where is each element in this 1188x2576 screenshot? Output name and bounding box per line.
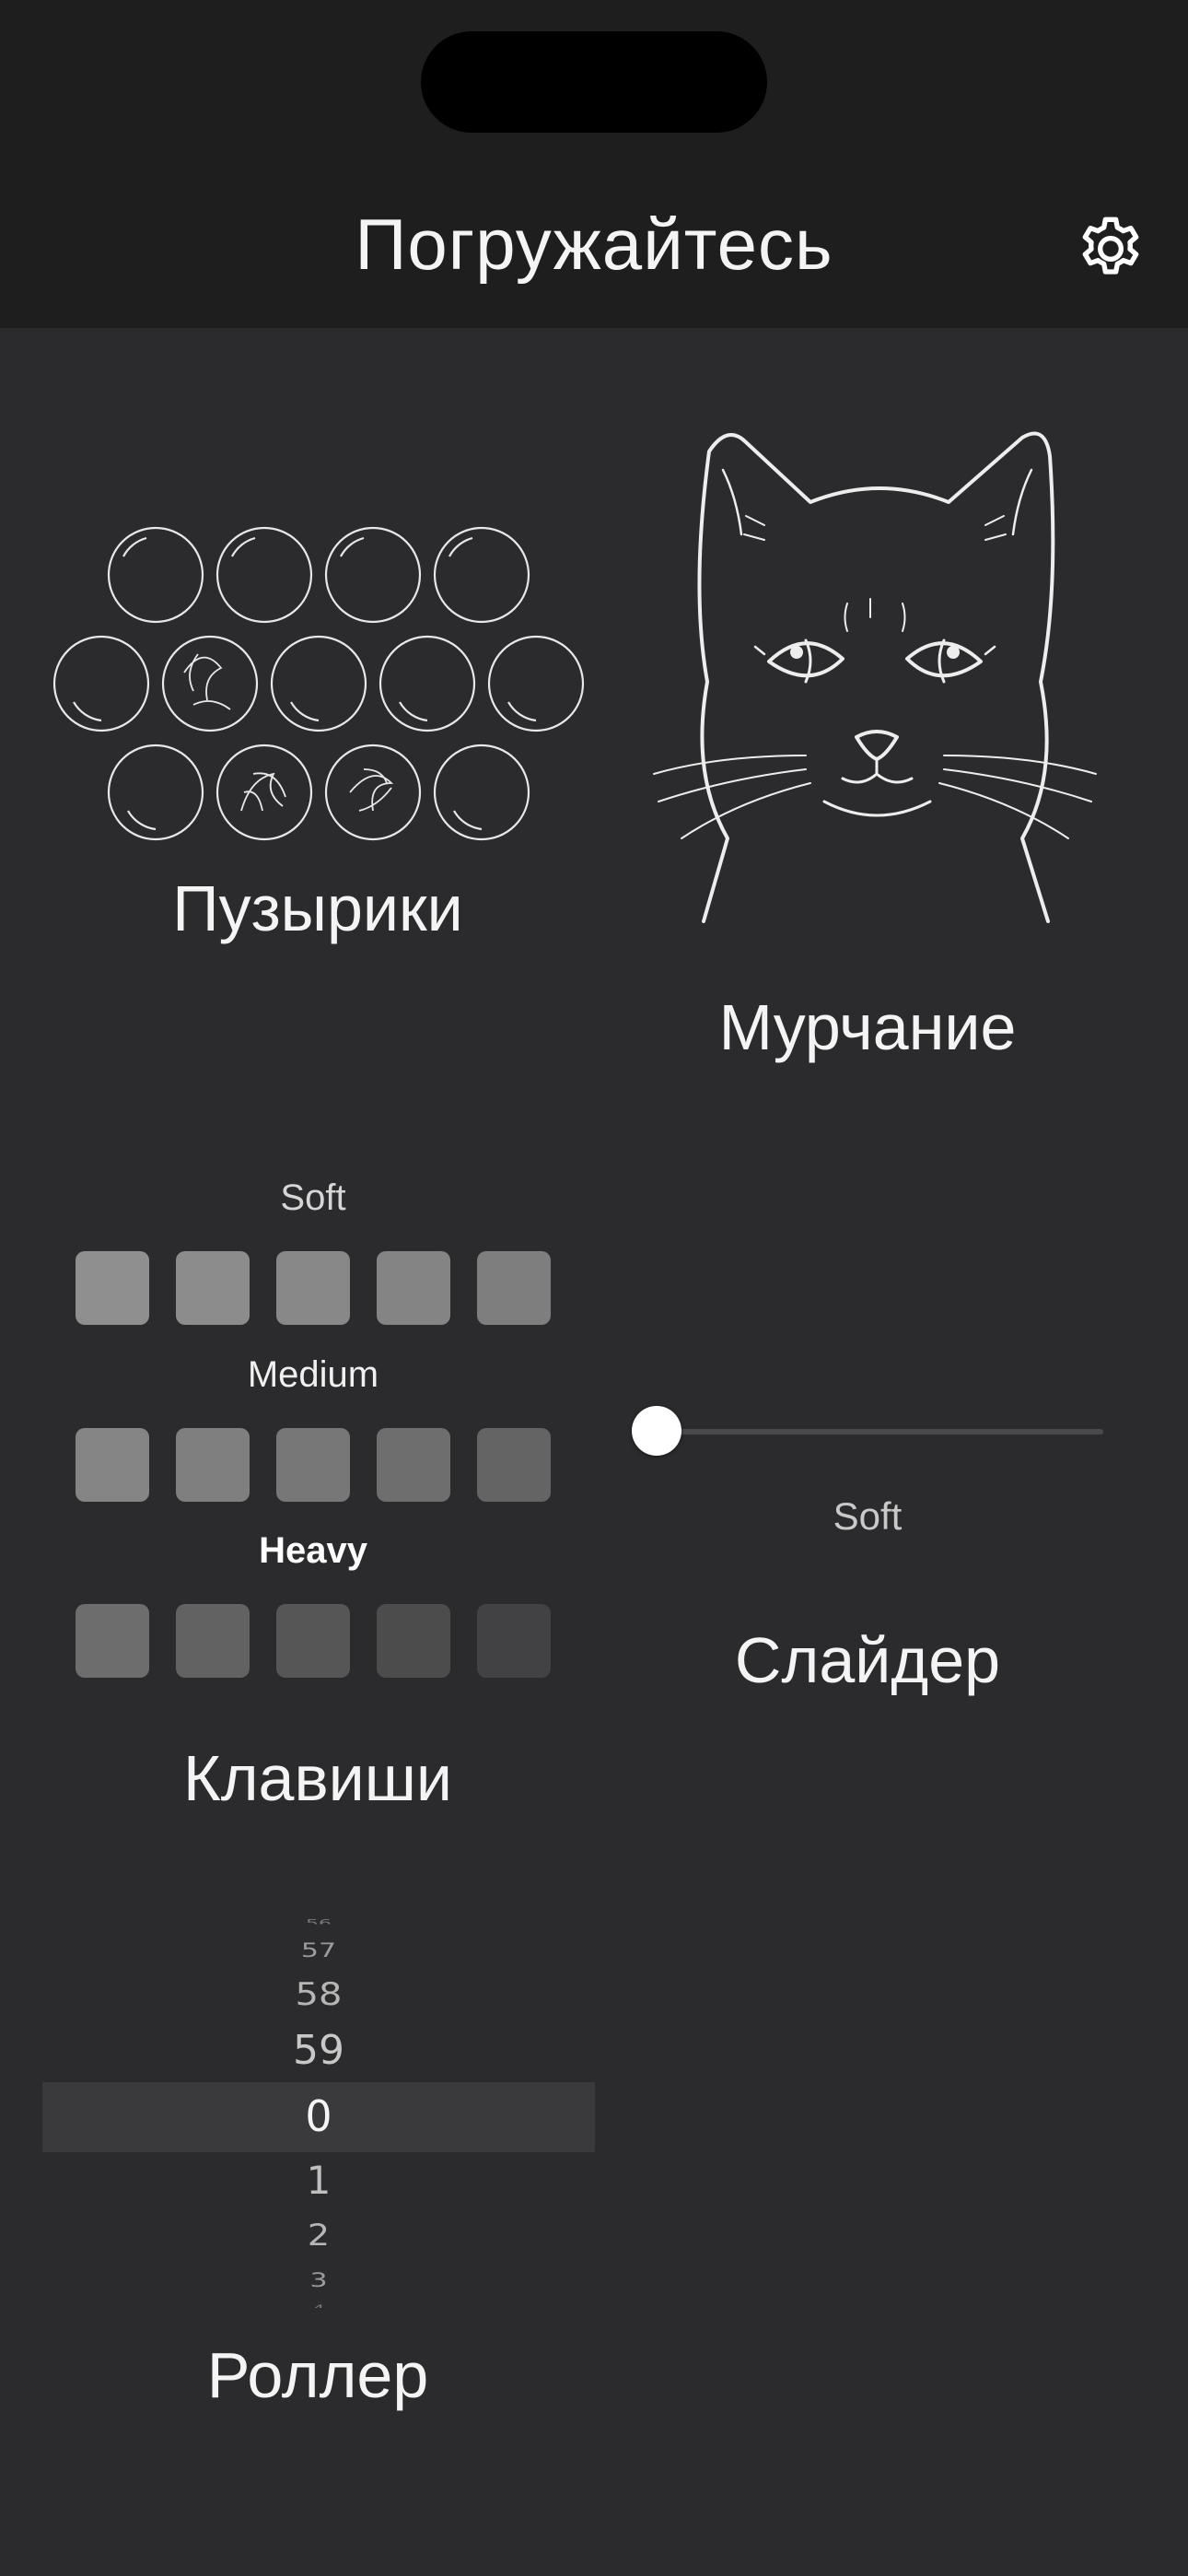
cat-icon[interactable] <box>635 405 1114 986</box>
roller-item[interactable]: 3 <box>42 2269 595 2292</box>
dynamic-island <box>421 31 767 133</box>
keys-label: Клавиши <box>182 1742 453 1814</box>
key-heavy-4[interactable] <box>377 1604 450 1678</box>
purr-label: Мурчание <box>718 991 1017 1063</box>
key-medium-1[interactable] <box>76 1428 149 1502</box>
key-soft-4[interactable] <box>377 1251 450 1325</box>
bubble-row-1 <box>107 526 530 624</box>
roller-item[interactable]: 2 <box>42 2218 595 2252</box>
bubble-row-2 <box>52 635 585 732</box>
roller-item[interactable]: 58 <box>42 1976 595 2012</box>
roller-item[interactable]: 59 <box>42 2027 595 2074</box>
key-soft-1[interactable] <box>76 1251 149 1325</box>
roller-item[interactable]: 56 <box>42 1918 595 1925</box>
roller-item[interactable]: 4 <box>42 2302 595 2308</box>
slider-label: Слайдер <box>734 1624 1001 1696</box>
key-medium-4[interactable] <box>377 1428 450 1502</box>
key-soft-5[interactable] <box>477 1251 551 1325</box>
bubble-wrap-icon[interactable] <box>46 516 599 848</box>
key-medium-5[interactable] <box>477 1428 551 1502</box>
roller-label: Роллер <box>206 2339 429 2411</box>
settings-gear-icon[interactable] <box>1074 212 1147 286</box>
nav-bar: Погружайтесь <box>0 0 1188 328</box>
slider-thumb[interactable] <box>632 1406 681 1456</box>
keys-level-medium: Medium <box>247 1354 379 1395</box>
bubble-row-3 <box>107 744 530 841</box>
key-heavy-1[interactable] <box>76 1604 149 1678</box>
key-medium-3[interactable] <box>276 1428 350 1502</box>
key-heavy-2[interactable] <box>176 1604 250 1678</box>
bubbles-label: Пузырики <box>172 872 463 944</box>
keys-level-soft: Soft <box>280 1177 346 1218</box>
slider-level: Soft <box>833 1494 903 1538</box>
page-title: Погружайтесь <box>355 204 833 285</box>
slider-track[interactable] <box>656 1429 1103 1434</box>
key-soft-2[interactable] <box>176 1251 250 1325</box>
key-heavy-3[interactable] <box>276 1604 350 1678</box>
key-soft-3[interactable] <box>276 1251 350 1325</box>
key-heavy-5[interactable] <box>477 1604 551 1678</box>
roller-item[interactable]: 1 <box>42 2158 595 2203</box>
keys-level-heavy: Heavy <box>259 1530 367 1571</box>
key-medium-2[interactable] <box>176 1428 250 1502</box>
roller-item-selected[interactable]: 0 <box>42 2091 595 2141</box>
roller-item[interactable]: 57 <box>42 1939 595 1962</box>
